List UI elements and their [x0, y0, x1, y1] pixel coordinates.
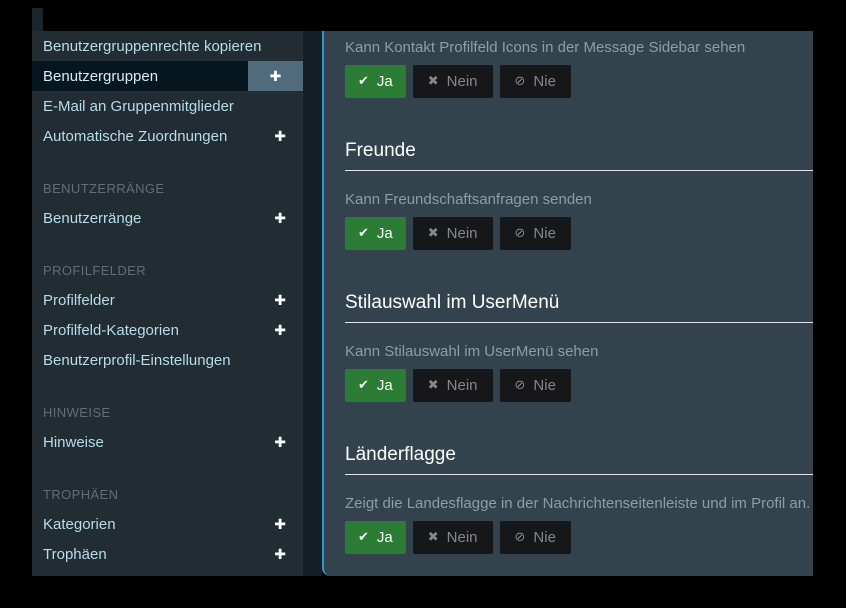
option-button-label: Ja	[377, 225, 393, 242]
section-heading: Freunde	[345, 138, 813, 164]
sidebar-section-label: HINWEISE	[32, 405, 110, 420]
times-icon: ✖	[428, 227, 439, 240]
check-icon: ✔	[358, 379, 369, 392]
permission-description: Kann Kontakt Profilfeld Icons in der Mes…	[345, 37, 813, 58]
check-icon: ✔	[358, 531, 369, 544]
section-heading: Stilauswahl im UserMenü	[345, 290, 813, 316]
sidebar-section-header-benutzerränge: BENUTZERRÄNGE	[32, 173, 303, 203]
sidebar-section-label: TROPHÄEN	[32, 487, 118, 502]
sidebar-section-header-profilfelder: PROFILFELDER	[32, 255, 303, 285]
permission-section: Kann Kontakt Profilfeld Icons in der Mes…	[345, 37, 813, 98]
option-button-label: Ja	[377, 73, 393, 90]
ban-icon: ⊘	[515, 227, 526, 240]
permission-section-freunde: Freunde Kann Freundschaftsanfragen senden…	[345, 138, 813, 250]
check-icon: ✔	[358, 75, 369, 88]
option-button-label: Nein	[447, 225, 478, 242]
option-button-nie[interactable]: ⊘ Nie	[500, 65, 571, 98]
permission-option-group: ✔ Ja ✖ Nein ⊘ Nie	[345, 369, 813, 402]
sidebar-item-label: Benutzerprofil-Einstellungen	[32, 352, 303, 369]
times-icon: ✖	[428, 379, 439, 392]
sidebar-item-benutzergruppen[interactable]: Benutzergruppen✚	[32, 61, 303, 91]
sidebar-item-profilfelder[interactable]: Profilfelder✚	[32, 285, 303, 315]
times-icon: ✖	[428, 531, 439, 544]
option-button-label: Ja	[377, 529, 393, 546]
plus-icon[interactable]: ✚	[274, 547, 303, 561]
sidebar-item-label: Benutzerränge	[32, 210, 274, 227]
option-button-label: Nein	[447, 377, 478, 394]
option-button-nein[interactable]: ✖ Nein	[413, 521, 493, 554]
sidebar-item-kategorien[interactable]: Kategorien✚	[32, 509, 303, 539]
sidebar-item-label: Profilfelder	[32, 292, 274, 309]
admin-sidebar-menu: Benutzergruppenrechte kopieren Benutzergr…	[32, 31, 303, 576]
ban-icon: ⊘	[515, 531, 526, 544]
sidebar-item-e-mail-an-gruppenmitglieder[interactable]: E-Mail an Gruppenmitglieder	[32, 91, 303, 121]
sidebar-section-label: BENUTZERRÄNGE	[32, 181, 165, 196]
times-icon: ✖	[428, 75, 439, 88]
option-button-ja[interactable]: ✔ Ja	[345, 217, 406, 250]
plus-icon[interactable]: ✚	[248, 61, 303, 91]
option-button-nein[interactable]: ✖ Nein	[413, 217, 493, 250]
option-button-nein[interactable]: ✖ Nein	[413, 65, 493, 98]
sidebar-item-profilfeld-kategorien[interactable]: Profilfeld-Kategorien✚	[32, 315, 303, 345]
option-button-ja[interactable]: ✔ Ja	[345, 521, 406, 554]
permission-section-stilauswahl-im-usermenü: Stilauswahl im UserMenü Kann Stilauswahl …	[345, 290, 813, 402]
option-button-label: Nie	[533, 377, 556, 394]
plus-icon[interactable]: ✚	[274, 517, 303, 531]
option-button-label: Nie	[533, 529, 556, 546]
sidebar-item-automatische-zuordnungen[interactable]: Automatische Zuordnungen✚	[32, 121, 303, 151]
plus-icon[interactable]: ✚	[274, 211, 303, 225]
option-button-nie[interactable]: ⊘ Nie	[500, 369, 571, 402]
sidebar-item-benutzergruppenrechte-kopieren[interactable]: Benutzergruppenrechte kopieren	[32, 31, 303, 61]
option-button-label: Nein	[447, 529, 478, 546]
sidebar-item-label: E-Mail an Gruppenmitglieder	[32, 98, 303, 115]
option-button-label: Ja	[377, 377, 393, 394]
sidebar-section-header-hinweise: HINWEISE	[32, 397, 303, 427]
sidebar-item-label: Kategorien	[32, 516, 274, 533]
option-button-label: Nein	[447, 73, 478, 90]
permission-option-group: ✔ Ja ✖ Nein ⊘ Nie	[345, 521, 813, 554]
permission-option-group: ✔ Ja ✖ Nein ⊘ Nie	[345, 217, 813, 250]
sidebar-item-label: Profilfeld-Kategorien	[32, 322, 274, 339]
option-button-ja[interactable]: ✔ Ja	[345, 65, 406, 98]
sidebar-item-trophäen[interactable]: Trophäen✚	[32, 539, 303, 569]
plus-icon[interactable]: ✚	[274, 323, 303, 337]
panel-gap	[303, 31, 322, 576]
option-button-ja[interactable]: ✔ Ja	[345, 369, 406, 402]
sidebar-item-label: Trophäen	[32, 546, 274, 563]
option-button-nie[interactable]: ⊘ Nie	[500, 521, 571, 554]
plus-icon[interactable]: ✚	[274, 129, 303, 143]
sidebar-section-label: PROFILFELDER	[32, 263, 146, 278]
option-button-nie[interactable]: ⊘ Nie	[500, 217, 571, 250]
sidebar-item-benutzerränge[interactable]: Benutzerränge✚	[32, 203, 303, 233]
plus-icon[interactable]: ✚	[274, 435, 303, 449]
plus-icon[interactable]: ✚	[274, 293, 303, 307]
section-divider	[345, 170, 813, 171]
section-divider	[345, 322, 813, 323]
sidebar-item-benutzerprofil-einstellungen[interactable]: Benutzerprofil-Einstellungen	[32, 345, 303, 375]
section-divider	[345, 474, 813, 475]
permission-option-group: ✔ Ja ✖ Nein ⊘ Nie	[345, 65, 813, 98]
sidebar-section-header-trophäen: TROPHÄEN	[32, 479, 303, 509]
sidebar-item-label: Benutzergruppenrechte kopieren	[32, 38, 303, 55]
option-button-nein[interactable]: ✖ Nein	[413, 369, 493, 402]
permission-description: Zeigt die Landesflagge in der Nachrichte…	[345, 493, 813, 514]
sidebar-item-label: Hinweise	[32, 434, 274, 451]
permission-description: Kann Stilauswahl im UserMenü sehen	[345, 341, 813, 362]
option-button-label: Nie	[533, 225, 556, 242]
option-button-label: Nie	[533, 73, 556, 90]
permission-section-länderflagge: Länderflagge Zeigt die Landesflagge in de…	[345, 442, 813, 554]
sidebar-item-label: Automatische Zuordnungen	[32, 128, 274, 145]
permission-description: Kann Freundschaftsanfragen senden	[345, 189, 813, 210]
section-heading: Länderflagge	[345, 442, 813, 468]
ban-icon: ⊘	[515, 379, 526, 392]
sidebar-item-label: Benutzergruppen	[32, 68, 248, 85]
check-icon: ✔	[358, 227, 369, 240]
sidebar-item-hinweise[interactable]: Hinweise✚	[32, 427, 303, 457]
window-edge-fragment	[32, 8, 43, 31]
permissions-panel: Kann Kontakt Profilfeld Icons in der Mes…	[322, 31, 813, 576]
ban-icon: ⊘	[515, 75, 526, 88]
